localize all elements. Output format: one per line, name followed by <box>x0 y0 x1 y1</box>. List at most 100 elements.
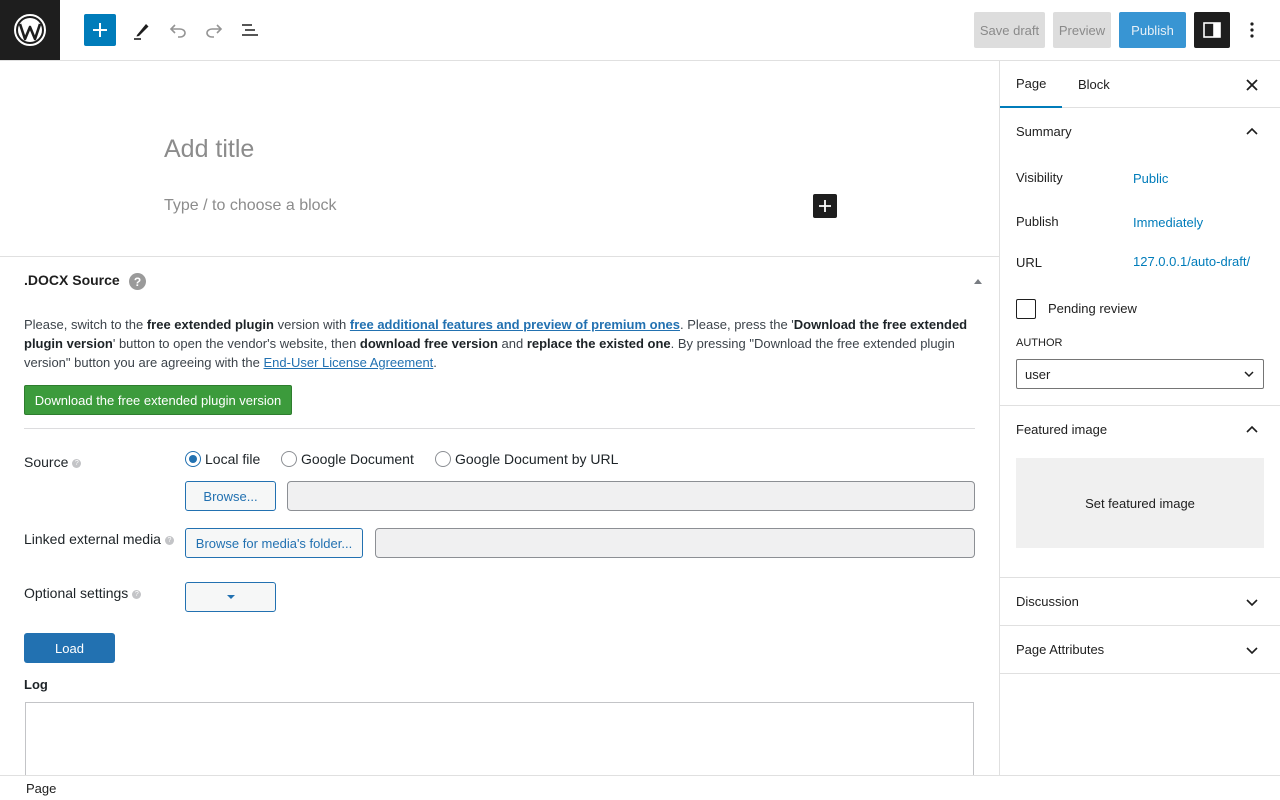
radio-label: Local file <box>205 451 261 467</box>
page-attributes-panel-title[interactable]: Page Attributes <box>1016 642 1104 657</box>
redo-button[interactable] <box>198 14 230 46</box>
close-sidebar-button[interactable] <box>1240 73 1264 97</box>
notice-text: . <box>433 355 437 370</box>
list-view-icon <box>242 24 258 36</box>
file-path-field[interactable] <box>287 481 975 511</box>
featured-image-panel-title[interactable]: Featured image <box>1016 422 1107 437</box>
editor-canvas: Add title Type / to choose a block .DOCX… <box>0 61 999 775</box>
radio-unchecked-icon <box>435 451 451 467</box>
log-output[interactable] <box>25 702 974 775</box>
panel-divider <box>1000 405 1280 406</box>
help-icon[interactable]: ? <box>132 589 142 599</box>
radio-checked-icon <box>185 451 201 467</box>
linked-media-label-text: Linked external media <box>24 531 161 547</box>
metabox-title: .DOCX Source <box>24 272 120 288</box>
optional-settings-dropdown[interactable] <box>185 582 276 612</box>
download-extended-button[interactable]: Download the free extended plugin versio… <box>24 385 292 415</box>
eula-link[interactable]: End-User License Agreement <box>263 355 433 370</box>
notice-bold: free extended plugin <box>146 317 274 332</box>
url-label: URL <box>1016 255 1043 270</box>
notice-text: Please, switch to the <box>24 317 147 332</box>
chevron-down-icon[interactable] <box>1244 642 1260 658</box>
radio-local-file[interactable]: Local file <box>185 451 260 467</box>
close-icon <box>1246 79 1258 91</box>
optional-settings-label: Optional settings? <box>24 585 142 601</box>
linked-media-label: Linked external media? <box>24 531 174 547</box>
summary-panel-title[interactable]: Summary <box>1016 124 1072 139</box>
list-view-button[interactable] <box>234 14 266 46</box>
panel-divider <box>1000 673 1280 674</box>
publish-button[interactable]: Publish <box>1119 12 1186 48</box>
author-label: AUTHOR <box>1016 337 1063 349</box>
publish-date-button[interactable]: Immediately <box>1133 215 1203 230</box>
block-breadcrumb-bar: Page <box>0 775 1280 800</box>
notice-bold: replace the existed one <box>526 336 671 351</box>
source-label-text: Source <box>24 454 69 470</box>
notice-text: . Please, press the ' <box>680 317 794 332</box>
edit-tools-button[interactable] <box>126 14 158 46</box>
panel-divider <box>1000 625 1280 626</box>
media-folder-field[interactable] <box>375 528 975 558</box>
panel-divider <box>1000 577 1280 578</box>
collapse-toggle-button[interactable] <box>971 274 985 288</box>
author-select[interactable]: user <box>1016 359 1264 389</box>
log-label: Log <box>24 677 48 692</box>
tab-page[interactable]: Page <box>1000 61 1062 108</box>
url-value-button[interactable]: 127.0.0.1/auto-draft/ <box>1133 254 1250 269</box>
docx-source-metabox: .DOCX Source ? Please, switch to the fre… <box>0 256 999 775</box>
browse-file-button[interactable]: Browse... <box>185 481 276 511</box>
plus-icon <box>93 23 107 37</box>
source-label: Source? <box>24 454 82 470</box>
options-button[interactable] <box>1238 12 1266 48</box>
radio-unchecked-icon <box>281 451 297 467</box>
browse-media-folder-button[interactable]: Browse for media's folder... <box>185 528 363 558</box>
pending-review-checkbox[interactable] <box>1016 299 1036 319</box>
notice-text: version with <box>273 317 350 332</box>
chevron-down-icon[interactable] <box>1244 594 1260 610</box>
undo-button[interactable] <box>162 14 194 46</box>
chevron-up-icon[interactable] <box>1244 123 1260 139</box>
features-link[interactable]: free additional features and preview of … <box>350 317 680 332</box>
block-inserter-button[interactable] <box>84 14 116 46</box>
breadcrumb-page[interactable]: Page <box>26 781 56 796</box>
help-icon[interactable]: ? <box>72 458 82 468</box>
radio-label: Google Document by URL <box>455 451 619 467</box>
chevron-up-icon[interactable] <box>1244 421 1260 437</box>
notice-text: and <box>497 336 527 351</box>
notice-text: ' button to open the vendor's website, t… <box>112 336 360 351</box>
visibility-label: Visibility <box>1016 170 1063 185</box>
author-selected-value: user <box>1025 366 1051 382</box>
preview-button[interactable]: Preview <box>1053 12 1111 48</box>
separator <box>24 428 975 429</box>
add-block-button[interactable] <box>813 194 837 218</box>
settings-sidebar: Page Block Summary Visibility Public Pub… <box>999 61 1280 775</box>
pending-review-label[interactable]: Pending review <box>1048 301 1137 316</box>
optional-settings-label-text: Optional settings <box>24 585 129 601</box>
upgrade-notice: Please, switch to the free extended plug… <box>24 315 974 372</box>
load-button[interactable]: Load <box>24 633 115 663</box>
notice-bold: download free version <box>359 336 498 351</box>
chevron-down-icon <box>1244 371 1254 378</box>
editor-header: Save draft Preview Publish <box>0 0 1280 61</box>
visibility-value-button[interactable]: Public <box>1133 171 1168 186</box>
post-title-input[interactable]: Add title <box>164 135 254 164</box>
wordpress-logo-icon[interactable] <box>0 0 60 60</box>
help-icon[interactable]: ? <box>129 273 146 290</box>
discussion-panel-title[interactable]: Discussion <box>1016 594 1079 609</box>
set-featured-image-button[interactable]: Set featured image <box>1016 458 1264 548</box>
settings-toggle-button[interactable] <box>1194 12 1230 48</box>
caret-down-icon <box>226 595 235 599</box>
radio-google-document[interactable]: Google Document <box>281 451 414 467</box>
triangle-up-icon <box>974 279 982 284</box>
publish-label: Publish <box>1016 214 1059 229</box>
pencil-icon <box>134 24 149 40</box>
help-icon[interactable]: ? <box>164 535 174 545</box>
sidebar-tabs: Page Block <box>1000 61 1280 108</box>
save-draft-button[interactable]: Save draft <box>974 12 1045 48</box>
radio-label: Google Document <box>301 451 414 467</box>
tab-block[interactable]: Block <box>1078 61 1110 108</box>
radio-google-document-url[interactable]: Google Document by URL <box>435 451 618 467</box>
sidebar-toggle-icon <box>1203 22 1221 38</box>
more-options-icon <box>1250 22 1254 38</box>
block-appender[interactable]: Type / to choose a block <box>164 197 337 215</box>
